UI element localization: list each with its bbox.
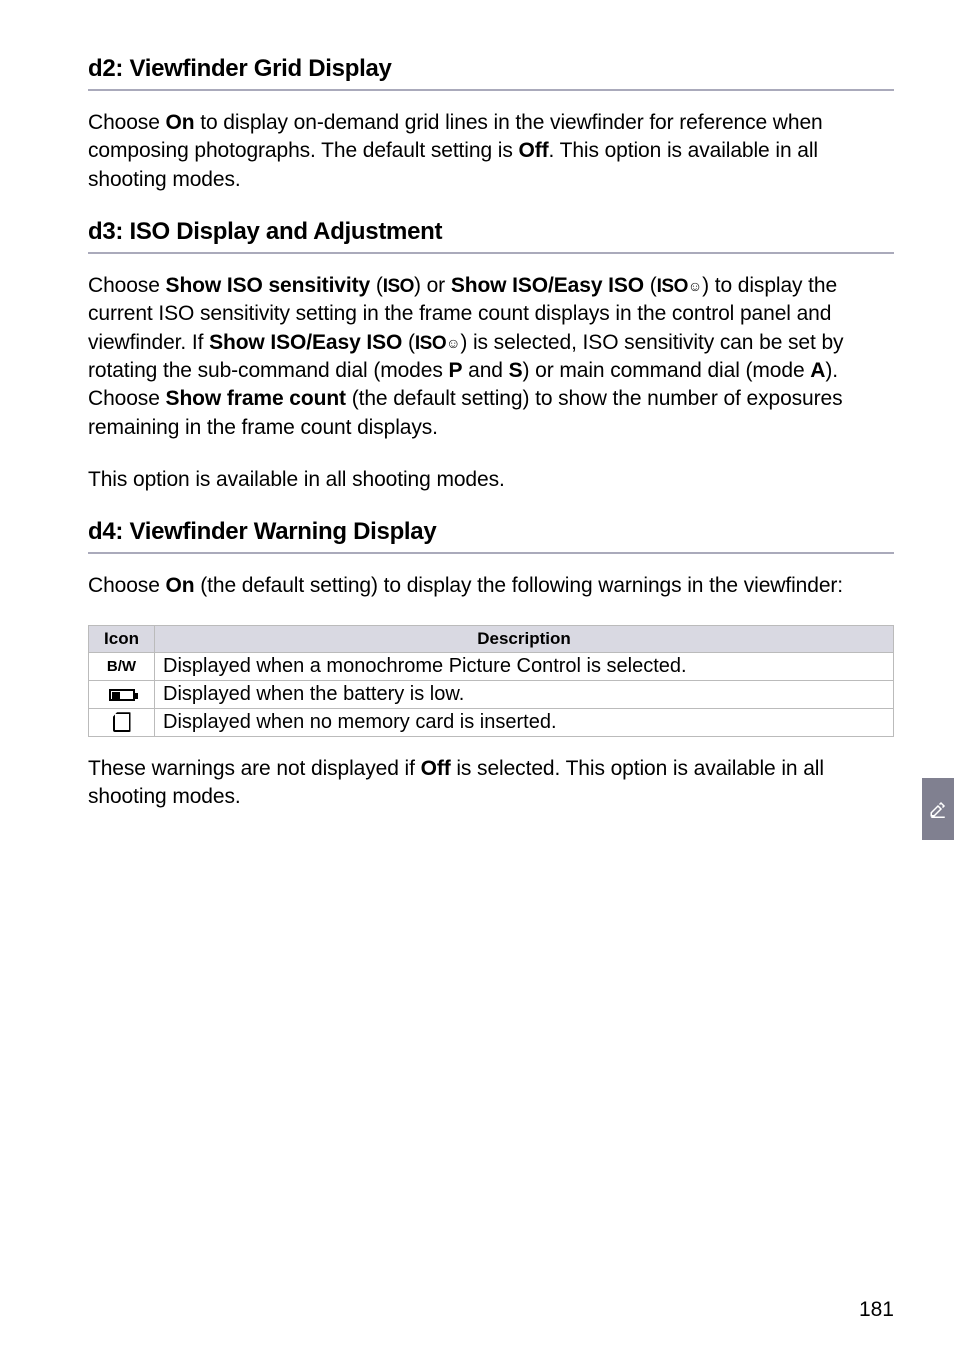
text-b1: Show ISO sensitivity <box>166 274 371 297</box>
text: Choose <box>88 574 166 597</box>
text-off: Off <box>518 139 548 162</box>
rule-d3 <box>88 252 894 254</box>
table-row: B/W Displayed when a monochrome Picture … <box>89 652 894 680</box>
easy-glyph: ☺ <box>688 277 702 296</box>
table-header-row: Icon Description <box>89 625 894 652</box>
heading-d4: d4: Viewfinder Warning Display <box>88 518 894 546</box>
mode-p: P <box>448 359 462 382</box>
text: and <box>462 359 508 382</box>
text-off: Off <box>421 757 451 780</box>
text-b2: Show ISO/Easy ISO <box>451 274 644 297</box>
page-number: 181 <box>859 1298 894 1322</box>
mode-a: A <box>810 359 825 382</box>
row-desc: Displayed when the battery is low. <box>155 680 894 708</box>
text: Choose <box>88 111 166 134</box>
heading-d3: d3: ISO Display and Adjustment <box>88 218 894 246</box>
text: ) or <box>414 274 451 297</box>
para-d3-1: Choose Show ISO sensitivity (ISO) or Sho… <box>88 272 894 442</box>
para-d3-2: This option is available in all shooting… <box>88 466 894 494</box>
text: ( <box>370 274 383 297</box>
text: These warnings are not displayed if <box>88 757 421 780</box>
table-row: Displayed when the battery is low. <box>89 680 894 708</box>
rule-d2 <box>88 89 894 91</box>
iso-easy-icon: ISO <box>657 276 688 297</box>
para-d4-outro: These warnings are not displayed if Off … <box>88 755 894 812</box>
text-on: On <box>166 574 195 597</box>
text-b4: Show frame count <box>166 387 346 410</box>
pencil-menu-icon <box>929 798 947 820</box>
battery-low-icon <box>89 680 155 708</box>
text: ( <box>402 331 415 354</box>
text-on: On <box>166 111 195 134</box>
iso-easy-icon: ISO <box>415 333 446 354</box>
rule-d4 <box>88 552 894 554</box>
text: ( <box>644 274 657 297</box>
warning-table: Icon Description B/W Displayed when a mo… <box>88 625 894 737</box>
side-tab <box>922 778 954 840</box>
row-desc: Displayed when no memory card is inserte… <box>155 708 894 736</box>
bw-icon: B/W <box>89 652 155 680</box>
mode-s: S <box>509 359 523 382</box>
th-icon: Icon <box>89 625 155 652</box>
row-desc: Displayed when a monochrome Picture Cont… <box>155 652 894 680</box>
th-desc: Description <box>155 625 894 652</box>
text-b3: Show ISO/Easy ISO <box>209 331 402 354</box>
text: Choose <box>88 274 166 297</box>
text: (the default setting) to display the fol… <box>195 574 844 597</box>
table-row: Displayed when no memory card is inserte… <box>89 708 894 736</box>
para-d4-intro: Choose On (the default setting) to displ… <box>88 572 894 600</box>
heading-d2: d2: Viewfinder Grid Display <box>88 55 894 83</box>
iso-icon: ISO <box>383 276 414 297</box>
easy-glyph: ☺ <box>446 334 460 353</box>
text: ) or main command dial (mode <box>523 359 811 382</box>
para-d2: Choose On to display on-demand grid line… <box>88 109 894 194</box>
no-card-icon <box>89 708 155 736</box>
